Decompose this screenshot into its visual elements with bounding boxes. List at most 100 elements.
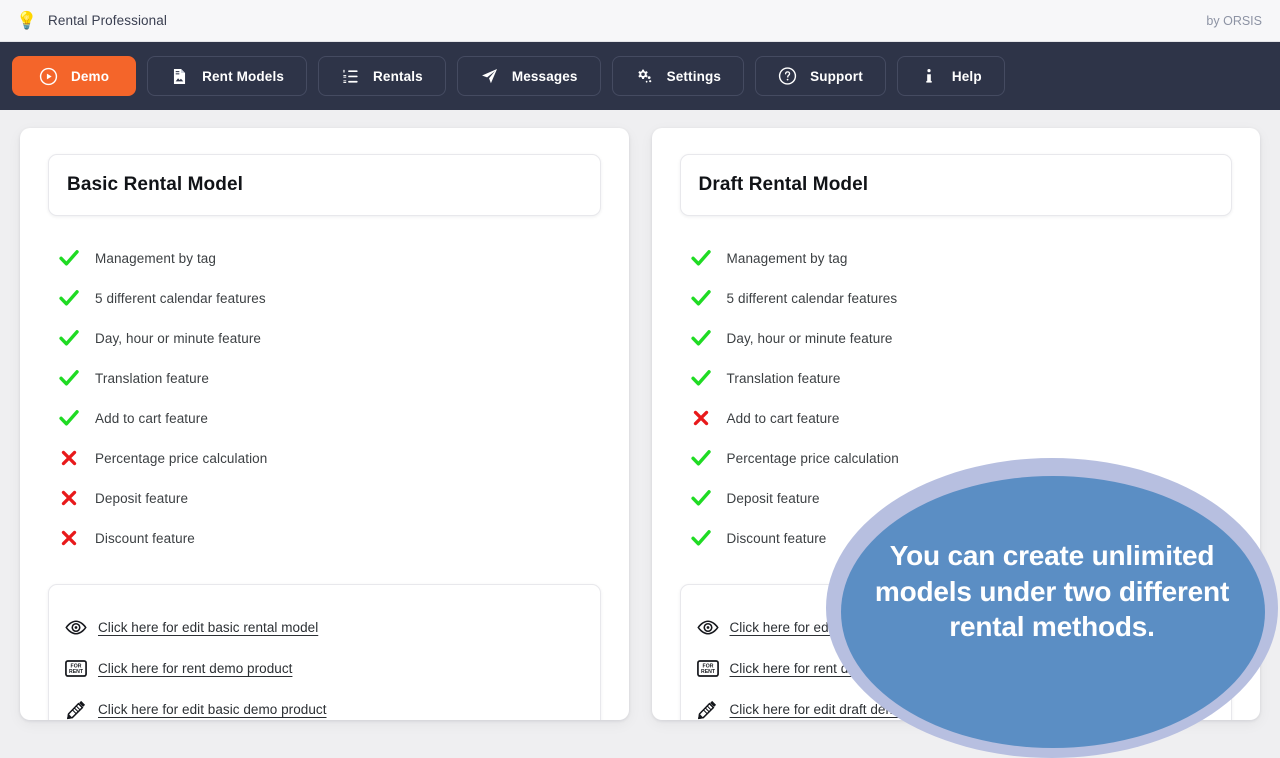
action-link-row[interactable]: Click here for edit draft rental model [697,607,1216,648]
nav-item-label: Help [952,69,982,84]
action-link[interactable]: Click here for rent demo product [98,661,292,676]
check-icon [59,288,79,308]
feature-label: Percentage price calculation [727,451,899,466]
check-icon [691,528,711,548]
feature-label: Day, hour or minute feature [727,331,893,346]
nav-item-label: Rentals [373,69,423,84]
feature-label: Deposit feature [95,491,188,506]
brand: 💡 Rental Professional [16,10,167,32]
feature-row: Day, hour or minute feature [50,318,599,358]
action-link[interactable]: Click here for edit basic rental model [98,620,318,635]
cards-container: Basic Rental Model Management by tag 5 dif… [0,110,1280,720]
feature-row: Translation feature [682,358,1231,398]
nav-item-rentals[interactable]: Rentals [318,56,446,96]
check-icon [691,368,711,388]
feature-row: Discount feature [682,518,1231,558]
eye-icon [65,619,87,637]
pencil-icon [65,701,87,719]
action-links-panel: Click here for edit basic rental model FO… [48,584,601,720]
feature-row: Add to cart feature [682,398,1231,438]
check-icon [59,368,79,388]
ordered-list-icon [341,67,360,86]
nav-item-label: Demo [71,69,109,84]
feature-label: Discount feature [727,531,827,546]
feature-row: 5 different calendar features [682,278,1231,318]
check-icon [691,248,711,268]
nav-item-settings[interactable]: Settings [612,56,744,96]
feature-row: Management by tag [682,238,1231,278]
check-icon [691,488,711,508]
action-link[interactable]: Click here for rent demo product [730,661,924,676]
action-link[interactable]: Click here for edit draft rental model [730,620,946,635]
check-icon [59,408,79,428]
feature-row: Discount feature [50,518,599,558]
check-icon [691,448,711,468]
pencil-icon [697,701,719,719]
main-navigation: Demo Rent Models Rentals Messages Settings Su… [0,42,1280,110]
action-link[interactable]: Click here for edit basic demo product [98,702,327,717]
action-links-panel: Click here for edit draft rental model FO… [680,584,1233,720]
cross-icon [691,408,711,428]
feature-list: Management by tag 5 different calendar fe… [48,238,601,558]
nav-item-rent-models[interactable]: Rent Models [147,56,307,96]
action-link-row[interactable]: Click here for edit draft demo product [697,689,1216,720]
check-icon [59,328,79,348]
for-rent-sign-icon: FORRENT [697,660,719,678]
for-rent-sign-icon: FORRENT [65,660,87,678]
action-link-row[interactable]: FORRENT Click here for rent demo product [65,648,584,689]
check-icon [691,328,711,348]
feature-row: Translation feature [50,358,599,398]
nav-item-demo[interactable]: Demo [12,56,136,96]
feature-row: Management by tag [50,238,599,278]
cross-icon [59,528,79,548]
nav-item-label: Rent Models [202,69,284,84]
svg-text:RENT: RENT [69,669,84,675]
check-icon [59,248,79,268]
title-bar: 💡 Rental Professional by ORSIS [0,0,1280,42]
nav-item-label: Messages [512,69,578,84]
feature-label: Add to cart feature [727,411,840,426]
feature-label: Management by tag [727,251,848,266]
paper-plane-icon [480,67,499,86]
feature-row: Percentage price calculation [682,438,1231,478]
feature-label: 5 different calendar features [95,291,266,306]
feature-label: Percentage price calculation [95,451,267,466]
feature-label: Day, hour or minute feature [95,331,261,346]
rental-model-card: Draft Rental Model Management by tag 5 dif… [652,128,1261,720]
vendor-byline: by ORSIS [1206,14,1262,28]
action-link-row[interactable]: Click here for edit basic demo product [65,689,584,720]
action-link-row[interactable]: Click here for edit basic rental model [65,607,584,648]
nav-item-label: Support [810,69,863,84]
feature-label: Translation feature [727,371,841,386]
feature-row: Deposit feature [50,478,599,518]
feature-row: Deposit feature [682,478,1231,518]
feature-label: Add to cart feature [95,411,208,426]
feature-list: Management by tag 5 different calendar fe… [680,238,1233,558]
eye-icon [697,619,719,637]
play-circle-icon [39,67,58,86]
cross-icon [59,448,79,468]
rental-model-card: Basic Rental Model Management by tag 5 dif… [20,128,629,720]
card-title: Basic Rental Model [67,174,582,196]
card-header: Draft Rental Model [680,154,1233,216]
feature-label: Deposit feature [727,491,820,506]
action-link-row[interactable]: FORRENT Click here for rent demo product [697,648,1216,689]
svg-text:RENT: RENT [700,669,715,675]
document-icon [170,67,189,86]
nav-item-support[interactable]: Support [755,56,886,96]
cross-icon [59,488,79,508]
app-title: Rental Professional [48,13,167,28]
feature-row: Add to cart feature [50,398,599,438]
nav-item-messages[interactable]: Messages [457,56,601,96]
feature-row: Percentage price calculation [50,438,599,478]
question-circle-icon [778,67,797,86]
nav-item-label: Settings [667,69,721,84]
action-link[interactable]: Click here for edit draft demo product [730,702,954,717]
lightbulb-icon: 💡 [16,10,38,32]
feature-row: 5 different calendar features [50,278,599,318]
check-icon [691,288,711,308]
card-title: Draft Rental Model [699,174,1214,196]
gears-icon [635,67,654,86]
card-header: Basic Rental Model [48,154,601,216]
nav-item-help[interactable]: Help [897,56,1005,96]
